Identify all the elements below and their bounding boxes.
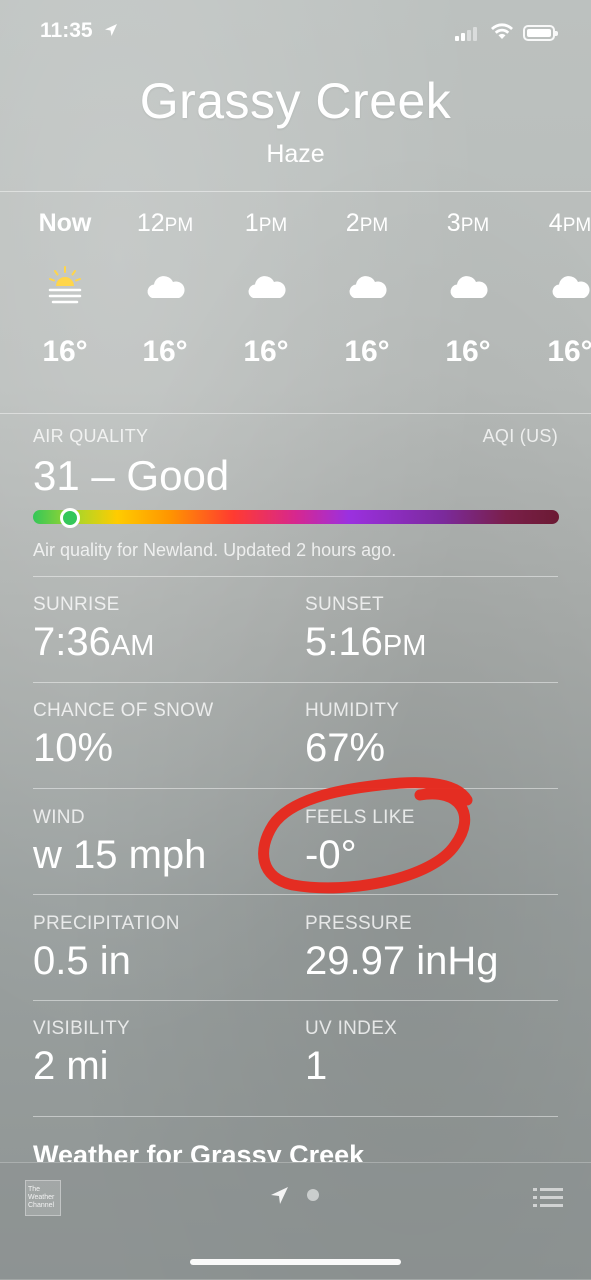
hour-label: 3PM: [446, 209, 490, 237]
uv-index-value: 1: [305, 1044, 328, 1088]
wind-label: WIND: [33, 807, 85, 828]
pressure-value: 29.97 inHg: [305, 939, 499, 983]
precipitation-value: 0.5 in: [33, 939, 131, 983]
location-arrow-icon: [271, 1187, 288, 1204]
humidity-label: HUMIDITY: [305, 700, 400, 721]
status-time-text: 11:35: [40, 19, 93, 42]
red-annotation-circle: [258, 777, 473, 894]
hour-temp: 16°: [547, 335, 591, 368]
divider: [33, 788, 558, 789]
precipitation-label: PRECIPITATION: [33, 913, 180, 934]
air-quality-scale: AQI (US): [482, 426, 558, 446]
cloud-icon: [418, 265, 518, 305]
chance-of-snow-label: CHANCE OF SNOW: [33, 700, 214, 721]
divider: [0, 413, 591, 414]
cloud-icon: [520, 265, 591, 305]
pressure-label: PRESSURE: [305, 913, 412, 934]
divider: [33, 894, 558, 895]
wifi-icon: [491, 23, 513, 39]
air-quality-bar: [33, 510, 559, 524]
air-quality-label: AIR QUALITY: [33, 426, 149, 446]
sunrise-value: 7:36AM: [33, 620, 155, 664]
cloud-icon: [115, 265, 215, 305]
visibility-label: VISIBILITY: [33, 1018, 130, 1039]
divider: [0, 191, 591, 192]
sunrise-label: SUNRISE: [33, 594, 120, 615]
air-quality-indicator: [59, 508, 80, 528]
home-indicator[interactable]: [190, 1259, 401, 1265]
hour-temp: 16°: [243, 335, 289, 368]
sun-haze-icon: [15, 265, 115, 305]
hour-label: 1PM: [244, 209, 288, 237]
uv-index-label: UV INDEX: [305, 1018, 398, 1039]
divider: [33, 576, 558, 577]
chance-of-snow-value: 10%: [33, 726, 114, 770]
cloud-icon: [216, 265, 316, 305]
visibility-value: 2 mi: [33, 1044, 109, 1088]
sunset-value: 5:16PM: [305, 620, 427, 664]
hour-temp: 16°: [42, 335, 88, 368]
hour-label: 12PM: [136, 209, 194, 237]
divider: [33, 682, 558, 683]
cloud-icon: [317, 265, 417, 305]
wind-value: w 15 mph: [33, 833, 207, 877]
sunset-label: SUNSET: [305, 594, 384, 615]
feels-like-value: -0°: [305, 833, 357, 877]
list-icon[interactable]: [533, 1187, 563, 1209]
air-quality-value: 31 – Good: [33, 452, 230, 499]
hour-temp: 16°: [445, 335, 491, 368]
location-arrow-icon: [105, 24, 118, 36]
hour-label: 2PM: [345, 209, 389, 237]
city-name: Grassy Creek: [139, 73, 452, 129]
divider: [33, 1000, 558, 1001]
hour-temp: 16°: [142, 335, 188, 368]
divider: [33, 1116, 558, 1117]
battery-icon: [523, 25, 558, 41]
humidity-value: 67%: [305, 726, 386, 770]
air-quality-note: Air quality for Newland. Updated 2 hours…: [33, 540, 397, 560]
weather-condition: Haze: [266, 140, 325, 168]
page-dot-icon: [307, 1189, 319, 1201]
weather-for-link[interactable]: Weather for Grassy Creek: [33, 1140, 364, 1162]
hourly-forecast[interactable]: Now 16° 12PM 16° 1PM 16° 2PM 16° 3PM 16°…: [0, 195, 591, 411]
hour-temp: 16°: [344, 335, 390, 368]
hour-label: Now: [38, 209, 92, 237]
page-indicator[interactable]: [268, 1183, 328, 1207]
hour-label: 4PM: [548, 209, 591, 237]
status-bar: 11:35: [0, 0, 591, 64]
cellular-signal-icon: [455, 25, 481, 41]
status-time: 11:35: [40, 19, 118, 43]
feels-like-label: FEELS LIKE: [305, 807, 415, 828]
the-weather-channel-logo[interactable]: The Weather Channel: [25, 1180, 61, 1216]
